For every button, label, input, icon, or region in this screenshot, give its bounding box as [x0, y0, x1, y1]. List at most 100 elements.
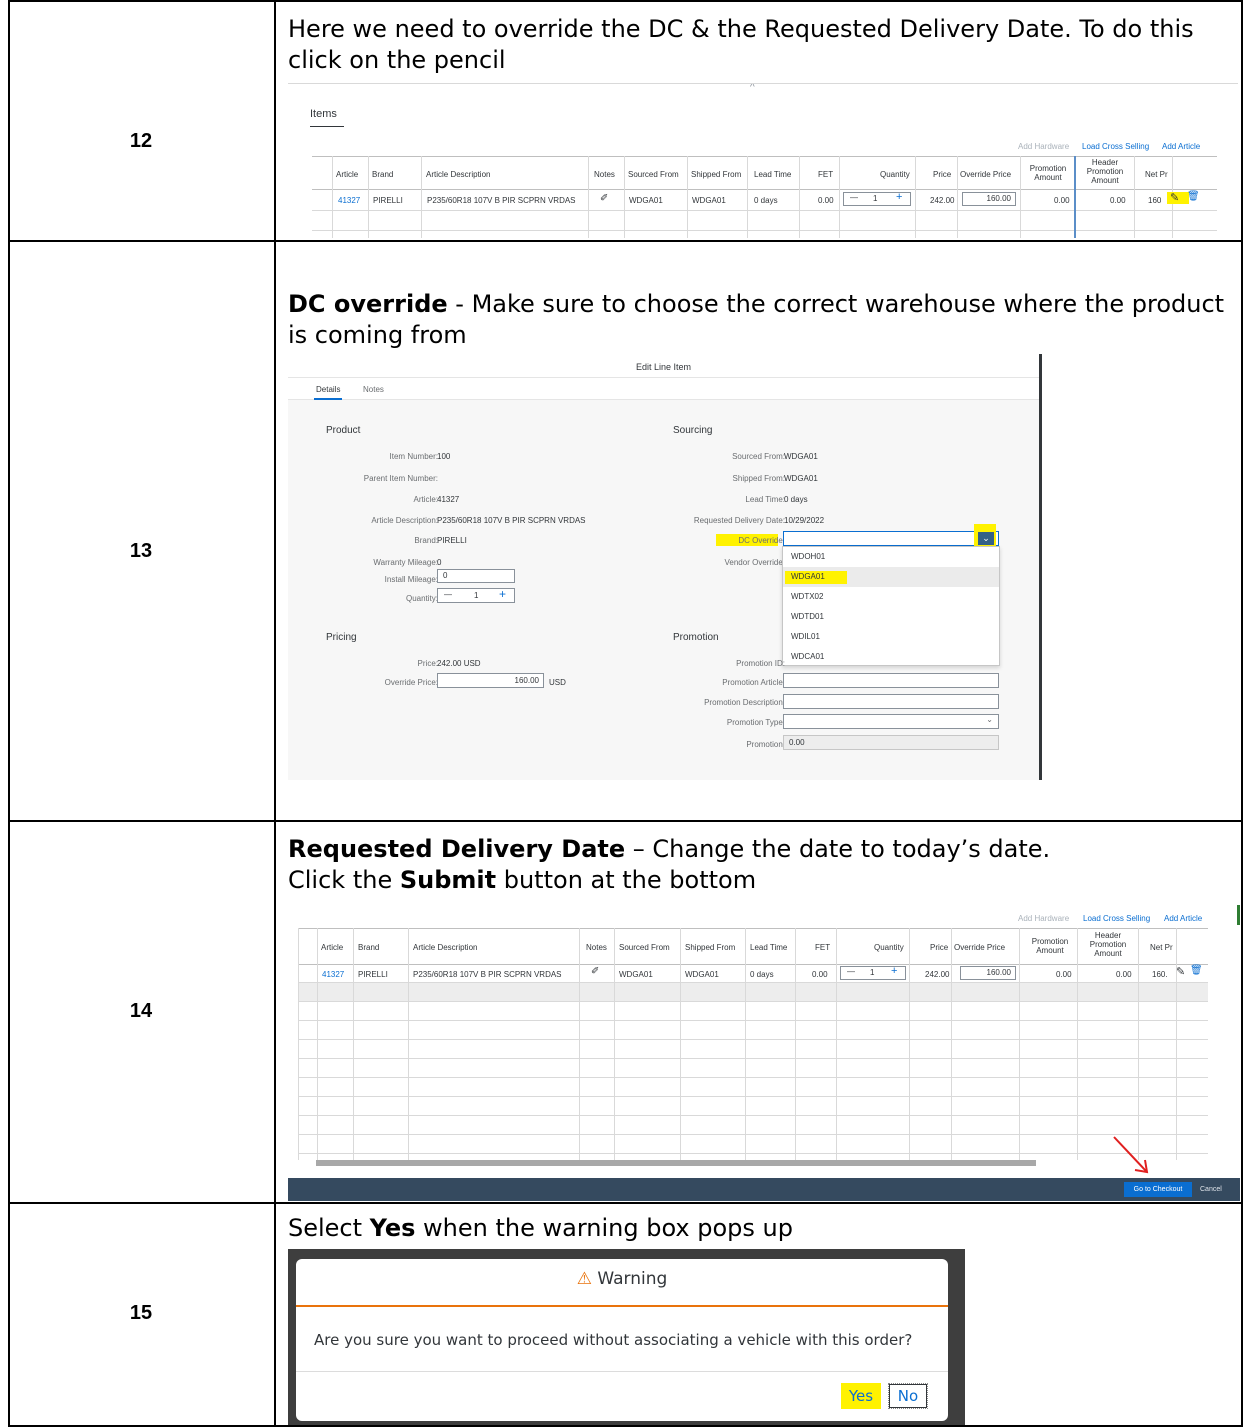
warranty-value: 0 — [437, 558, 442, 567]
col-header[interactable]: Lead Time — [750, 943, 787, 952]
col-header[interactable]: Header Promotion Amount — [1083, 931, 1133, 958]
load-cross-selling-link[interactable]: Load Cross Selling — [1082, 142, 1149, 151]
step-number-15: 15 — [129, 1302, 153, 1324]
col-line — [839, 156, 840, 238]
promotion-description-input[interactable] — [783, 694, 999, 709]
plus-icon[interactable]: + — [891, 965, 897, 977]
field-label: Price: — [417, 659, 438, 668]
col-header[interactable]: Article — [321, 943, 343, 952]
col-header[interactable]: Article — [336, 170, 358, 179]
plus-icon[interactable]: + — [896, 191, 902, 203]
col-line — [298, 928, 299, 1160]
go-to-checkout-button[interactable]: Go to Checkout — [1124, 1182, 1192, 1197]
net-price-cell: 160 — [1148, 196, 1162, 205]
article-link[interactable]: 41327 — [322, 970, 344, 979]
pricing-heading: Pricing — [326, 632, 357, 643]
col-header[interactable]: Override Price — [960, 170, 1011, 179]
quantity-stepper[interactable]: — 1 + — [843, 191, 911, 206]
step-number-13: 13 — [129, 540, 153, 562]
trash-icon[interactable]: 🗑 — [1190, 965, 1203, 976]
add-hardware-link[interactable]: Add Hardware — [1018, 142, 1069, 151]
minus-icon[interactable]: — — [850, 193, 858, 202]
col-header[interactable]: FET — [815, 943, 830, 952]
promo-cell: 0.00 — [1056, 970, 1072, 979]
col-header[interactable]: Brand — [358, 943, 379, 952]
col-header[interactable]: Brand — [372, 170, 393, 179]
yes-button[interactable]: Yes — [841, 1383, 881, 1409]
override-price-input[interactable]: 160.00 — [960, 966, 1016, 980]
tab-details[interactable]: Details — [316, 385, 340, 394]
override-price-input[interactable]: 160.00 — [962, 192, 1016, 206]
col-header[interactable]: Net Pr — [1150, 943, 1173, 952]
dropdown-option-selected[interactable]: WDGA01 — [783, 567, 999, 587]
cancel-button[interactable]: Cancel — [1200, 1182, 1222, 1197]
pencil-icon[interactable]: ✎ — [1176, 965, 1185, 978]
dropdown-option[interactable]: WDTX02 — [783, 587, 999, 607]
add-hardware-link[interactable]: Add Hardware — [1018, 914, 1069, 923]
promotion-type-select[interactable]: ⌄ — [783, 714, 999, 729]
chevron-down-icon[interactable]: ⌄ — [978, 532, 994, 545]
minus-icon[interactable]: — — [444, 590, 452, 599]
notes-icon[interactable]: ✐ — [600, 193, 608, 204]
trash-icon[interactable]: 🗑 — [1187, 191, 1200, 202]
col-header[interactable]: Shipped From — [685, 943, 735, 952]
col-header[interactable]: Price — [933, 170, 951, 179]
chevron-down-icon[interactable]: ⌄ — [986, 715, 993, 724]
col-header[interactable]: Sourced From — [628, 170, 679, 179]
col-header[interactable]: Notes — [594, 170, 615, 179]
col-header[interactable]: Shipped From — [691, 170, 741, 179]
col-header[interactable]: Quantity — [880, 170, 910, 179]
plus-icon[interactable]: + — [499, 587, 506, 601]
col-header[interactable]: Lead Time — [754, 170, 791, 179]
col-header[interactable]: Quantity — [874, 943, 904, 952]
col-header[interactable]: Override Price — [954, 943, 1005, 952]
col-header[interactable]: Article Description — [426, 170, 490, 179]
title-underline — [310, 126, 344, 127]
quantity-value: 1 — [870, 968, 875, 977]
field-label: Requested Delivery Date: — [693, 516, 785, 525]
pencil-icon[interactable]: ✎ — [1170, 191, 1179, 204]
col-header[interactable]: Price — [930, 943, 948, 952]
dropdown-option[interactable]: WDOH01 — [783, 547, 999, 567]
notes-icon[interactable]: ✐ — [591, 966, 599, 977]
header-top-line — [298, 928, 1208, 929]
promotion-article-input[interactable] — [783, 673, 999, 688]
col-line — [957, 156, 958, 238]
col-header[interactable]: Net Pr — [1145, 170, 1168, 179]
horizontal-scrollbar[interactable] — [316, 1160, 1036, 1166]
collapse-icon[interactable]: ^ — [750, 84, 755, 93]
quantity-stepper-dialog[interactable]: — 1 + — [437, 587, 515, 603]
field-label: Quantity: — [405, 594, 438, 603]
column-divider — [8, 0, 10, 1427]
col-header[interactable]: Promotion Amount — [1027, 937, 1073, 955]
quantity-stepper[interactable]: — 1 + — [840, 965, 906, 980]
col-header[interactable]: Sourced From — [619, 943, 670, 952]
install-mileage-input[interactable]: 0 — [437, 569, 515, 583]
dropdown-option[interactable]: WDCA01 — [783, 647, 999, 667]
col-line — [687, 156, 688, 238]
field-label: Warranty Mileage: — [373, 558, 438, 567]
dc-override-select[interactable] — [783, 531, 999, 546]
tab-notes[interactable]: Notes — [363, 385, 384, 394]
dropdown-option[interactable]: WDTD01 — [783, 607, 999, 627]
col-header[interactable]: Article Description — [413, 943, 477, 952]
row-line — [298, 1020, 1208, 1021]
sourced-cell: WDGA01 — [619, 970, 653, 979]
footer-bar — [288, 1178, 1240, 1201]
step-15-pre: Select — [288, 1214, 370, 1242]
col-header[interactable]: Header Promotion Amount — [1080, 158, 1130, 185]
col-header[interactable]: Notes — [586, 943, 607, 952]
col-header[interactable]: Promotion Amount — [1025, 164, 1071, 182]
sourced-from-value: WDGA01 — [784, 452, 818, 461]
override-price-field[interactable]: 160.00 — [437, 673, 544, 688]
add-article-link[interactable]: Add Article — [1164, 914, 1202, 923]
article-link[interactable]: 41327 — [338, 196, 360, 205]
dropdown-option[interactable]: WDIL01 — [783, 627, 999, 647]
add-article-link[interactable]: Add Article — [1162, 142, 1200, 151]
minus-icon[interactable]: — — [847, 967, 855, 976]
col-header[interactable]: FET — [818, 170, 833, 179]
load-cross-selling-link[interactable]: Load Cross Selling — [1083, 914, 1150, 923]
description-cell: P235/60R18 107V B PIR SCPRN VRDAS — [427, 196, 576, 205]
col-line — [951, 928, 952, 1160]
no-button[interactable]: No — [888, 1383, 928, 1409]
